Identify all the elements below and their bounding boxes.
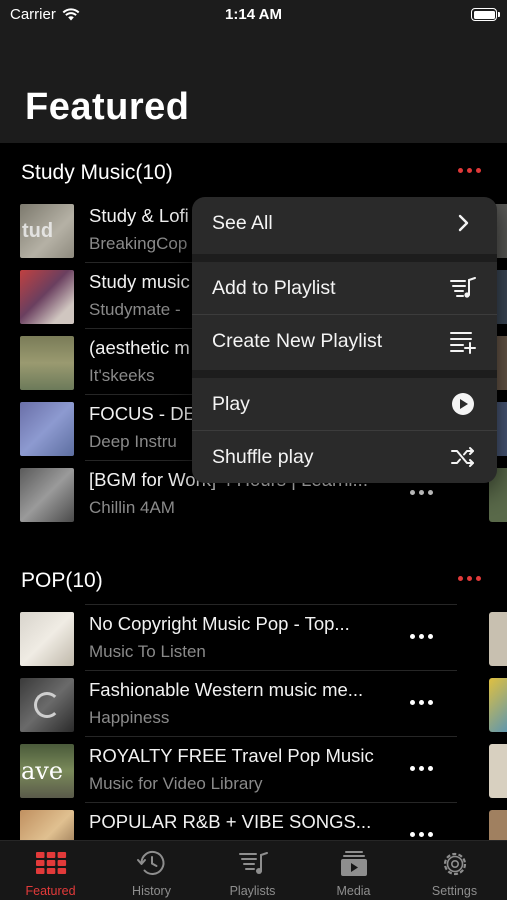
track-more-button[interactable] [410, 832, 433, 837]
track-thumbnail [20, 612, 74, 666]
play-circle-icon [452, 393, 474, 415]
menu-item-create-new-playlist[interactable]: Create New Playlist [192, 315, 497, 367]
peek-card[interactable] [489, 744, 507, 798]
section-title: Study Music(10) [21, 161, 173, 184]
menu-item-label: Play [212, 393, 250, 415]
track-subtitle: Music for Video Library [89, 774, 263, 793]
section-title: POP(10) [21, 569, 103, 592]
tab-bar: Featured History Playlists Media Setting… [0, 840, 507, 900]
track-title: Fashionable Western music me... [89, 679, 364, 700]
menu-item-play[interactable]: Play [192, 378, 497, 430]
track-thumbnail [20, 270, 74, 324]
tab-label: Media [336, 884, 371, 898]
track-thumbnail: tud [20, 204, 74, 258]
tab-label: Featured [25, 884, 76, 898]
track-title: No Copyright Music Pop - Top... [89, 613, 350, 634]
menu-item-see-all[interactable]: See All [192, 197, 497, 249]
section-header-study-music: Study Music(10) [0, 147, 507, 195]
track-title: ROYALTY FREE Travel Pop Music [89, 745, 374, 766]
track-subtitle: Chillin 4AM [89, 498, 175, 517]
status-time: 1:14 AM [225, 6, 282, 23]
page-title: Featured [25, 86, 190, 128]
list-item[interactable]: ave ROYALTY FREE Travel Pop Music Music … [0, 736, 507, 802]
status-bar: Carrier 1:14 AM [0, 0, 507, 30]
menu-item-shuffle-play[interactable]: Shuffle play [192, 431, 497, 483]
tab-featured[interactable]: Featured [0, 841, 101, 900]
playlists-icon [239, 852, 268, 874]
list-item[interactable]: Fashionable Western music me... Happines… [0, 670, 507, 736]
grid-icon [36, 852, 67, 874]
track-thumbnail [20, 468, 74, 522]
track-title: POPULAR R&B + VIBE SONGS... [89, 811, 372, 832]
section-more-button[interactable] [458, 168, 481, 173]
track-thumbnail: ave [20, 744, 74, 798]
media-icon [341, 851, 367, 876]
track-thumbnail [20, 678, 74, 732]
section-header-pop: POP(10) [0, 555, 507, 603]
menu-item-label: See All [212, 212, 273, 234]
track-more-button[interactable] [410, 634, 433, 639]
tab-label: Settings [431, 884, 478, 898]
tab-playlists[interactable]: Playlists [202, 841, 303, 900]
new-playlist-icon [450, 332, 476, 354]
track-more-button[interactable] [410, 700, 433, 705]
tab-history[interactable]: History [101, 841, 202, 900]
context-menu: See All Add to Playlist Create New Playl… [192, 197, 497, 483]
track-thumbnail [20, 336, 74, 390]
peek-card[interactable] [489, 678, 507, 732]
track-more-button[interactable] [410, 766, 433, 771]
track-more-button[interactable] [410, 490, 433, 495]
shuffle-icon [451, 447, 474, 467]
menu-item-label: Shuffle play [212, 446, 314, 468]
gear-icon [443, 852, 467, 876]
tab-label: History [132, 884, 171, 898]
track-subtitle: Happiness [89, 708, 170, 727]
track-subtitle: Music To Listen [89, 642, 206, 661]
track-thumbnail [20, 402, 74, 456]
menu-item-label: Create New Playlist [212, 330, 383, 352]
section-more-button[interactable] [458, 576, 481, 581]
tab-settings[interactable]: Settings [404, 841, 505, 900]
peek-card[interactable] [489, 612, 507, 666]
tab-label: Playlists [229, 884, 276, 898]
tab-media[interactable]: Media [303, 841, 404, 900]
add-to-playlist-icon [450, 277, 476, 298]
history-icon [137, 851, 165, 875]
menu-item-label: Add to Playlist [212, 277, 336, 299]
menu-item-add-to-playlist[interactable]: Add to Playlist [192, 262, 497, 314]
list-item[interactable]: No Copyright Music Pop - Top... Music To… [0, 604, 507, 670]
chevron-right-icon [458, 214, 469, 232]
battery-icon [471, 8, 500, 21]
